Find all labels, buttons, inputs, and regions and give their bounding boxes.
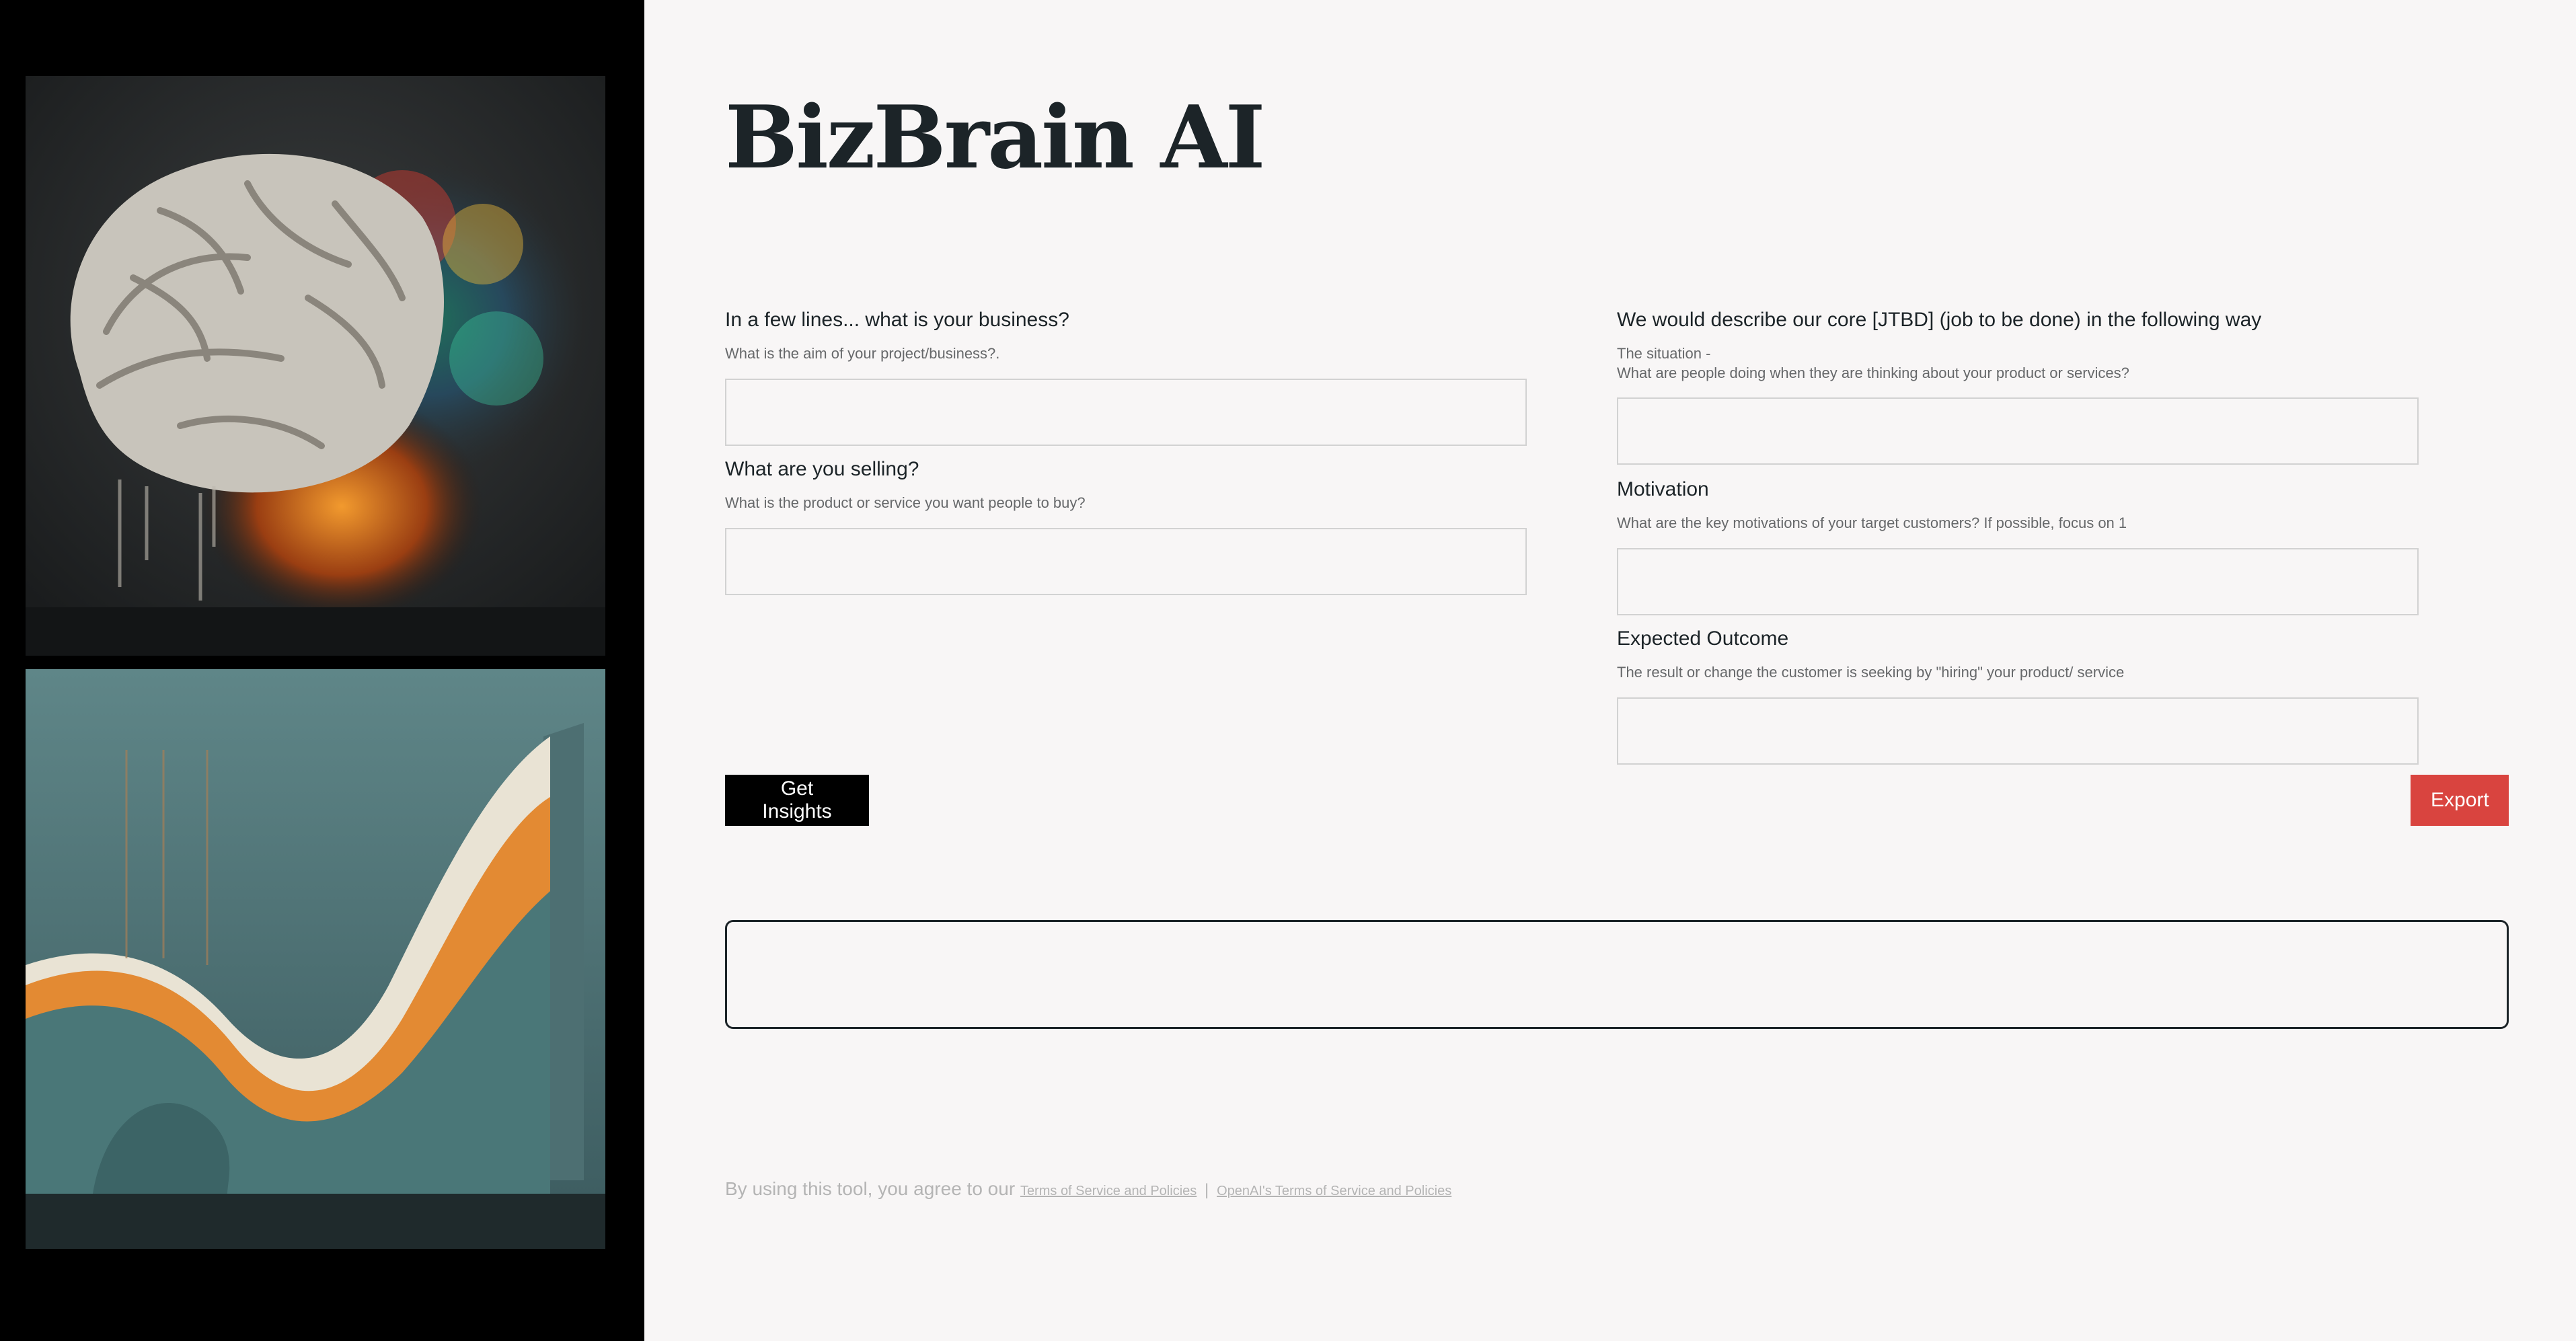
outcome-field: Expected Outcome The result or change th… (1617, 627, 2419, 765)
motivation-help: What are the key motivations of your tar… (1617, 514, 2127, 531)
business-label: In a few lines... what is your business? (725, 309, 1069, 331)
selling-help: What is the product or service you want … (725, 494, 1086, 511)
selling-label: What are you selling? (725, 458, 919, 480)
jtbd-input[interactable] (1617, 397, 2419, 465)
brain-artwork-image (26, 76, 605, 656)
jtbd-help-line1: The situation - (1617, 345, 1711, 362)
footer: By using this tool, you agree to our Ter… (725, 1178, 1451, 1200)
motivation-label: Motivation (1617, 478, 1709, 500)
footer-separator: | (1205, 1181, 1209, 1199)
openai-terms-link[interactable]: OpenAI's Terms of Service and Policies (1217, 1184, 1451, 1198)
outcome-label: Expected Outcome (1617, 627, 1789, 650)
get-insights-button[interactable]: Get Insights (725, 775, 869, 826)
outcome-help: The result or change the customer is see… (1617, 664, 2125, 681)
business-input[interactable] (725, 378, 1527, 446)
main-panel: BizBrain AI In a few lines... what is yo… (644, 0, 2576, 1341)
sidebar (0, 0, 644, 1341)
export-button[interactable]: Export (2411, 775, 2509, 826)
motivation-field: Motivation What are the key motivations … (1617, 477, 2419, 615)
motivation-input[interactable] (1617, 547, 2419, 615)
business-field: In a few lines... what is your business?… (725, 308, 1527, 446)
jtbd-help: The situation - What are people doing wh… (1617, 344, 2419, 383)
wave-artwork-image (26, 669, 605, 1249)
jtbd-field: We would describe our core [JTBD] (job t… (1617, 308, 2419, 465)
jtbd-label: We would describe our core [JTBD] (job t… (1617, 309, 2262, 331)
app-title: BizBrain AI (725, 87, 1265, 188)
insights-output-box[interactable] (725, 920, 2509, 1029)
selling-input[interactable] (725, 527, 1527, 595)
terms-link[interactable]: Terms of Service and Policies (1020, 1184, 1197, 1198)
footer-prefix: By using this tool, you agree to our (725, 1178, 1016, 1199)
outcome-input[interactable] (1617, 697, 2419, 765)
selling-field: What are you selling? What is the produc… (725, 457, 1527, 595)
business-help: What is the aim of your project/business… (725, 345, 1000, 362)
jtbd-help-line2: What are people doing when they are thin… (1617, 364, 2129, 381)
